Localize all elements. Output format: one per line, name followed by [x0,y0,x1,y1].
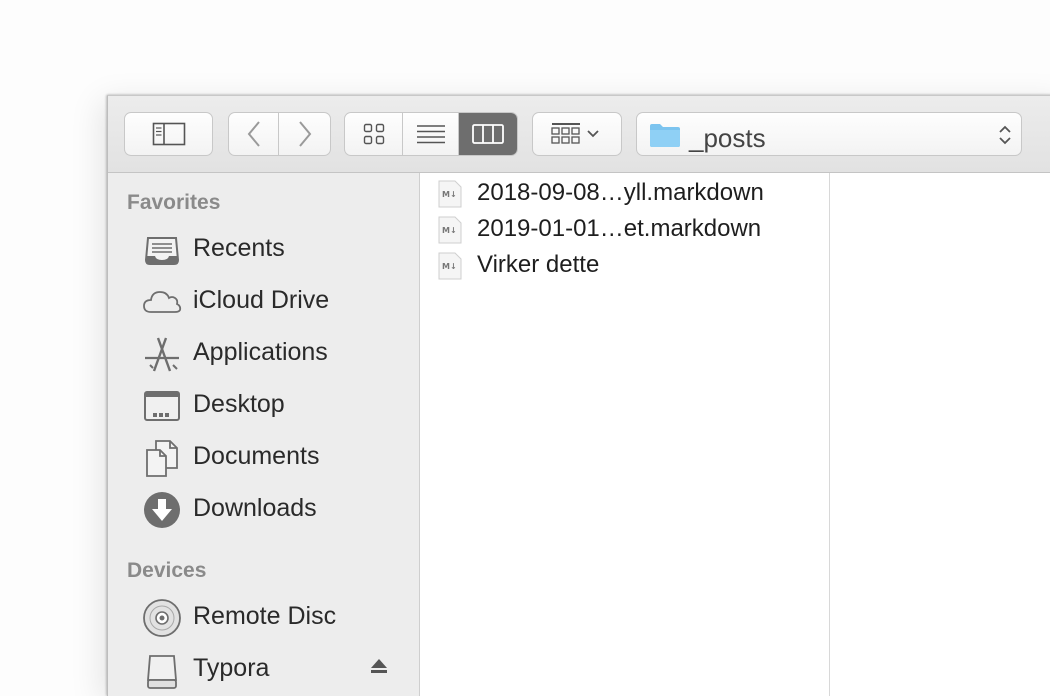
sidebar-item-label: Applications [193,338,328,366]
arrange-menu-button[interactable] [532,112,622,156]
svg-text:M↓: M↓ [442,190,457,199]
arrange-grid-icon [551,123,599,144]
column-view-button[interactable] [458,113,517,155]
history-nav [228,112,331,156]
desktop-icon [144,391,180,421]
favorites-section-title: Favorites [127,191,221,214]
devices-section-title: Devices [127,559,207,582]
sidebar-item-icloud-drive[interactable]: iCloud Drive [108,277,419,323]
svg-text:M↓: M↓ [442,226,457,235]
sidebar-toggle-button[interactable] [124,112,213,156]
sidebar-item-label: iCloud Drive [193,286,330,314]
chevron-left-icon [247,121,260,147]
view-mode-segmented [344,112,518,156]
cloud-icon [143,291,182,313]
sidebar-item-recents[interactable]: Recents [108,225,419,271]
recents-icon [144,237,180,265]
file-row[interactable]: M↓ 2018-09-08…yll.markdown [420,175,829,209]
disc-icon [143,599,181,637]
file-name: 2018-09-08…yll.markdown [477,179,764,206]
sidebar-item-label: Typora [193,654,270,682]
file-name: Virker dette [477,251,600,278]
sidebar-item-remote-disc[interactable]: Remote Disc [108,593,419,639]
sidebar-item-label: Desktop [193,390,285,418]
sidebar-item-label: Remote Disc [193,602,337,630]
sidebar-toggle-icon [152,122,185,146]
file-name: 2019-01-01…et.markdown [477,215,762,242]
path-popup[interactable]: _posts [636,112,1022,156]
list-view-button[interactable] [403,113,459,155]
drive-icon [147,655,177,689]
folder-icon [650,124,680,147]
sidebar-item-typora[interactable]: Typora [108,645,419,691]
icon-view-button[interactable] [345,113,404,155]
applications-icon [145,337,179,372]
file-row[interactable]: M↓ Virker dette [420,247,829,281]
list-view-icon [416,125,445,144]
back-button[interactable] [229,113,280,155]
sidebar-item-label: Documents [193,442,320,470]
forward-button[interactable] [279,113,330,155]
finder-window: _posts Favorites Recents iCloud Drive Ap… [107,95,1050,696]
toolbar: _posts [108,96,1050,173]
sidebar-item-desktop[interactable]: Desktop [108,381,419,427]
downloads-icon [144,492,180,528]
preview-column [830,173,1050,696]
sidebar-item-downloads[interactable]: Downloads [108,485,419,531]
markdown-file-icon: M↓ [438,252,462,280]
svg-text:M↓: M↓ [442,262,457,271]
path-folder-label: _posts [689,123,766,153]
sidebar: Favorites Recents iCloud Drive Applicati… [108,173,420,696]
eject-icon[interactable] [370,657,388,675]
markdown-file-icon: M↓ [438,180,462,208]
column-view-icon [471,124,504,144]
markdown-file-icon: M↓ [438,216,462,244]
file-column: M↓ 2018-09-08…yll.markdown M↓ 2019-01-01… [420,173,830,696]
icon-view-icon [363,123,384,145]
sidebar-item-applications[interactable]: Applications [108,329,419,375]
sidebar-item-label: Recents [193,234,285,262]
sidebar-item-label: Downloads [193,494,317,522]
chevron-right-icon [298,121,311,147]
sidebar-item-documents[interactable]: Documents [108,433,419,479]
documents-icon [146,440,178,477]
file-row[interactable]: M↓ 2019-01-01…et.markdown [420,211,829,245]
chevron-updown-icon [999,125,1011,145]
